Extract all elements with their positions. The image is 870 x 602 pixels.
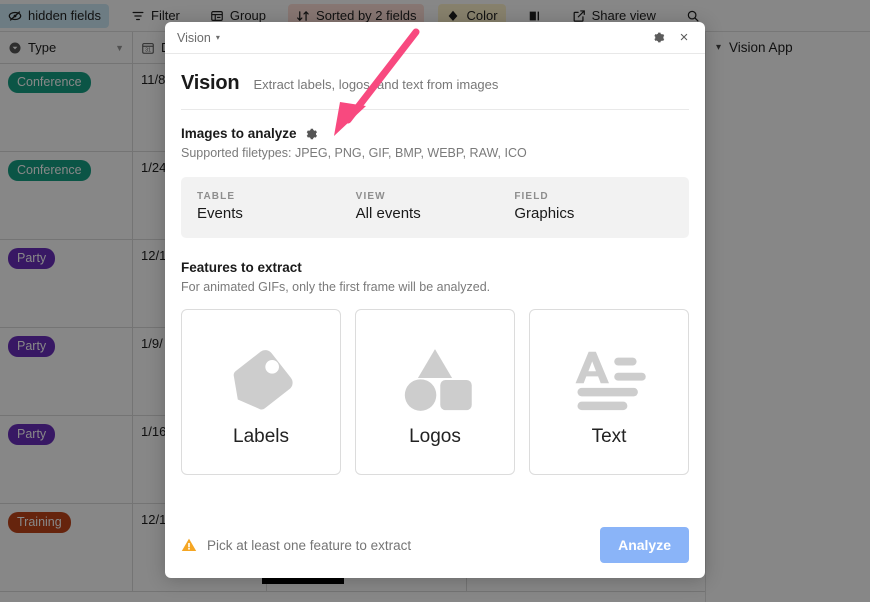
- feature-cards: Labels Logos Text: [181, 309, 689, 475]
- context-summary-box: TABLE Events VIEW All events FIELD Graph…: [181, 177, 689, 238]
- modal-body: Vision Extract labels, logos, and text f…: [165, 54, 705, 512]
- modal-footer: Pick at least one feature to extract Ana…: [165, 512, 705, 578]
- feature-card-labels-label: Labels: [233, 426, 289, 447]
- feature-card-labels[interactable]: Labels: [181, 309, 341, 475]
- close-icon[interactable]: ×: [675, 29, 693, 47]
- gear-icon[interactable]: [649, 29, 667, 47]
- analyze-button[interactable]: Analyze: [600, 527, 689, 563]
- footer-warning-text: Pick at least one feature to extract: [207, 537, 412, 553]
- context-table-value: Events: [197, 205, 243, 222]
- text-lines-icon: [575, 351, 646, 411]
- images-to-analyze-title: Images to analyze: [181, 126, 297, 141]
- vision-header: Vision Extract labels, logos, and text f…: [181, 72, 689, 109]
- vision-app-modal: Vision ▾ × Vision Extract labels, logos,…: [165, 22, 705, 578]
- context-table-label: TABLE: [197, 191, 236, 202]
- context-field-label: FIELD: [514, 191, 549, 202]
- page-subtitle: Extract labels, logos, and text from ima…: [253, 77, 499, 92]
- feature-card-logos-label: Logos: [409, 426, 461, 447]
- context-field-value: Graphics: [514, 205, 575, 222]
- context-view: VIEW All events: [356, 191, 515, 222]
- shapes-icon: [404, 349, 472, 411]
- chevron-down-icon[interactable]: ▾: [216, 33, 220, 42]
- context-view-value: All events: [355, 205, 421, 222]
- feature-card-text-label: Text: [591, 426, 627, 447]
- feature-card-text[interactable]: Text: [529, 309, 689, 475]
- modal-titlebar: Vision ▾ ×: [165, 22, 705, 54]
- modal-app-name[interactable]: Vision: [177, 31, 211, 45]
- features-to-extract-title: Features to extract: [181, 260, 302, 275]
- page-title: Vision: [181, 72, 240, 94]
- divider: [181, 109, 689, 110]
- features-note: For animated GIFs, only the first frame …: [181, 280, 491, 294]
- tag-icon: [233, 350, 293, 410]
- gear-icon[interactable]: [304, 127, 318, 141]
- feature-card-logos[interactable]: Logos: [355, 309, 515, 475]
- context-table: TABLE Events: [197, 191, 356, 222]
- warning-triangle-icon: [181, 538, 197, 551]
- context-field: FIELD Graphics: [514, 191, 673, 222]
- screen: hidden fields Filter Group Sorted by 2 f…: [0, 0, 870, 602]
- context-view-label: VIEW: [355, 191, 386, 202]
- supported-filetypes-note: Supported filetypes: JPEG, PNG, GIF, BMP…: [181, 146, 527, 160]
- images-to-analyze-section-header: Images to analyze: [181, 126, 689, 141]
